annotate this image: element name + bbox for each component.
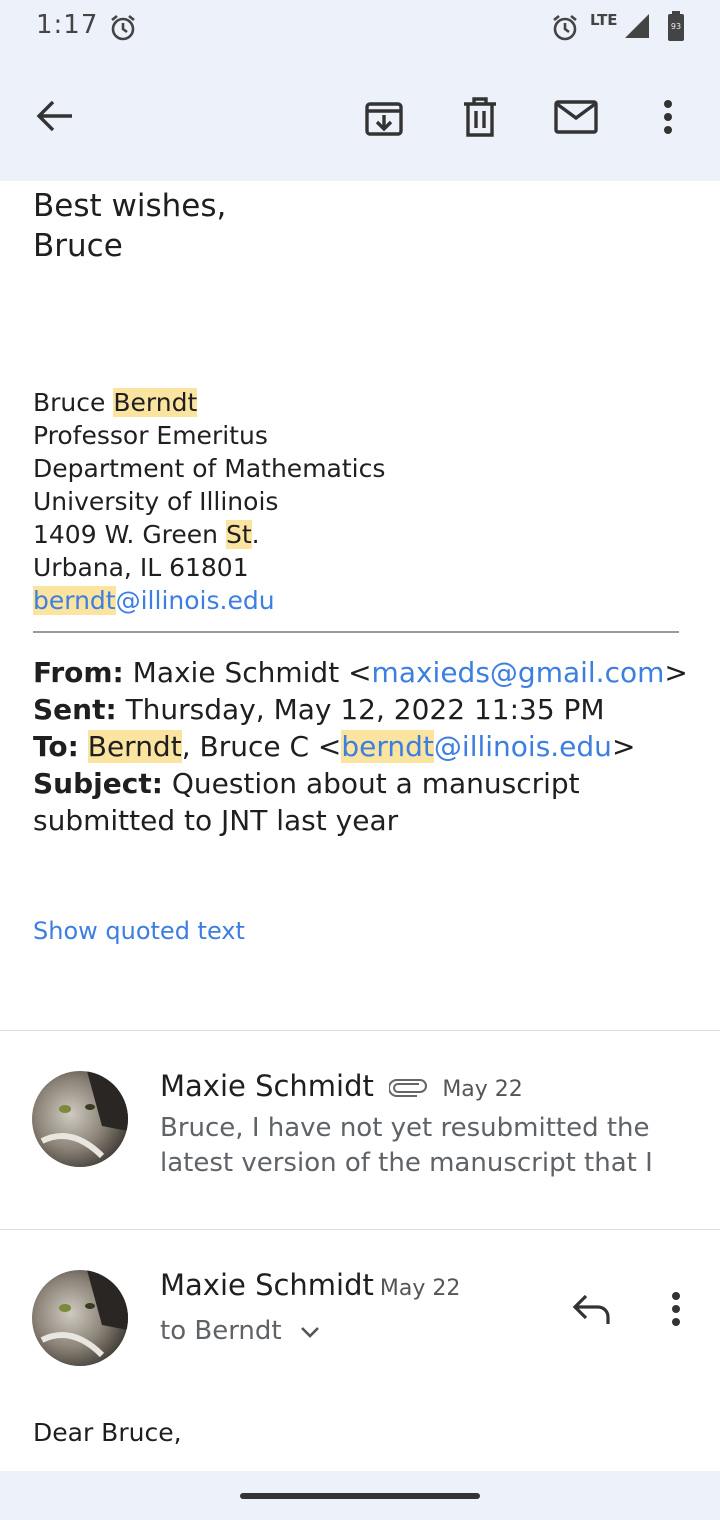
quoted-from-line: From: Maxie Schmidt <maxieds@gmail.com> [33,654,688,691]
from-name: Maxie Schmidt < [123,656,372,689]
from-close: > [664,656,688,689]
signature-department: Department of Mathematics [33,454,386,483]
signature-city: Urbana, IL 61801 [33,553,249,582]
recipients-toggle[interactable]: to Berndt [160,1316,320,1346]
message-date: May 22 [442,1077,523,1102]
signal-icon [625,14,649,38]
battery-level: 93 [670,22,682,31]
to-email-domain[interactable]: @illinois.edu [434,730,612,763]
to-email-user[interactable]: berndt [341,730,434,763]
subject-text: Question about a manuscript [162,767,580,800]
sender-name: Maxie Schmidt [160,1069,374,1103]
sent-label: Sent: [33,693,117,726]
network-type-label: LTE [590,11,618,29]
alarm-icon [553,14,577,41]
cat-photo-icon [32,1071,128,1167]
mail-icon[interactable] [554,100,598,134]
sender-name: Maxie Schmidt [160,1268,374,1302]
status-time: 1:17 [36,10,99,40]
show-quoted-text-link[interactable]: Show quoted text [33,917,245,945]
street-end: . [251,520,260,549]
expanded-message: Maxie Schmidt May 22 to Berndt Dear Bruce… [0,1230,720,1471]
signature-street: 1409 W. Green St. [33,518,260,551]
avatar [32,1071,128,1167]
divider [33,631,679,633]
from-label: From: [33,656,124,689]
collapsed-message[interactable]: Maxie Schmidt May 22 Bruce, I have not y… [0,1031,720,1228]
email-domain[interactable]: @illinois.edu [116,586,275,615]
attachment-icon [388,1079,428,1097]
cat-photo-icon [32,1270,128,1366]
snippet-line: Bruce, I have not yet resubmitted the [160,1113,650,1143]
reply-icon[interactable] [572,1293,612,1325]
signature-university: University of Illinois [33,487,279,516]
subject-label: Subject: [33,767,163,800]
quoted-subject-line-2: submitted to JNT last year [33,804,399,837]
trash-icon[interactable] [462,96,498,138]
message-date: May 22 [379,1276,461,1301]
to-name-highlight: Berndt [87,730,182,763]
email-user-highlight[interactable]: berndt [33,586,116,615]
app-toolbar [0,56,720,181]
chevron-down-icon [300,1326,319,1338]
signature-name: Bruce Berndt [33,386,198,419]
avatar[interactable] [32,1270,128,1366]
to-label: To: [33,730,79,763]
conversation-view: Best wishes, Bruce Bruce Berndt Professo… [0,181,720,1471]
signature-email-link[interactable]: berndt@illinois.edu [33,584,275,617]
to-close: > [611,730,636,763]
sender-row: Maxie Schmidt May 22 [160,1268,460,1302]
street-highlight: St [225,520,252,549]
snippet-line: latest version of the manuscript that I [160,1148,653,1178]
signature-last-name: Berndt [113,388,198,417]
archive-icon[interactable] [364,98,404,138]
status-bar: 1:17 LTE 93 [0,0,720,56]
message-body-start: Dear Bruce, [33,1418,182,1447]
sender-row: Maxie Schmidt May 22 [160,1069,523,1103]
back-arrow-icon[interactable] [35,98,75,134]
to-mid: , Bruce C < [181,730,342,763]
recipients-text: to Berndt [160,1316,282,1346]
signature-first-name: Bruce [33,388,114,417]
more-vert-icon[interactable] [670,1291,682,1327]
signature-title: Professor Emeritus [33,421,268,450]
quoted-to-line: To: Berndt, Bruce C <berndt@illinois.edu… [33,728,635,765]
gesture-nav-bar [0,1471,720,1520]
street-text: 1409 W. Green [33,520,226,549]
quoted-sent-line: Sent: Thursday, May 12, 2022 11:35 PM [33,691,605,728]
closing-line: Best wishes, [33,188,227,224]
more-vert-icon[interactable] [662,99,674,135]
from-email-link[interactable]: maxieds@gmail.com [372,656,665,689]
alarm-icon [111,14,135,41]
sent-value: Thursday, May 12, 2022 11:35 PM [116,693,605,726]
closing-name: Bruce [33,228,123,264]
home-handle[interactable] [240,1493,480,1499]
quoted-subject-line: Subject: Question about a manuscript [33,765,580,802]
